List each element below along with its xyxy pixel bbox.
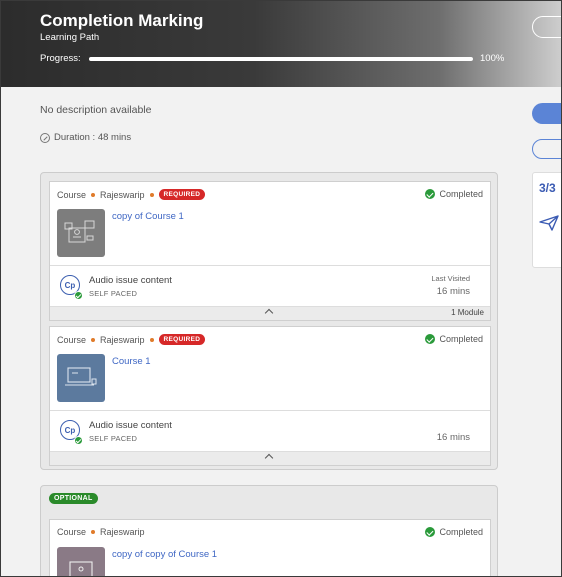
course-meta: Course Rajeswarip — [57, 527, 145, 537]
course-type: Course — [57, 527, 87, 537]
status-indicator: Completed — [425, 189, 483, 199]
check-circle-icon — [74, 291, 83, 300]
status-indicator: Completed — [425, 527, 483, 537]
page-header: Completion Marking Learning Path Progres… — [1, 1, 561, 87]
required-section: Course Rajeswarip REQUIRED Completed cop… — [40, 172, 498, 470]
course-thumbnail[interactable] — [57, 354, 105, 402]
check-circle-icon — [74, 436, 83, 445]
separator-dot — [91, 530, 96, 534]
laptop-icon — [65, 367, 97, 386]
card-footer: 1 Module — [50, 307, 490, 320]
course-title-link[interactable]: copy of copy of Course 1 — [112, 549, 217, 560]
module-subtitle: SELF PACED — [89, 289, 138, 298]
course-author: Rajeswarip — [100, 334, 145, 345]
last-visited-label: Last Visited — [431, 274, 470, 283]
course-card-header: Course Rajeswarip REQUIRED Completed — [50, 182, 490, 266]
optional-badge: OPTIONAL — [49, 493, 98, 504]
course-title-link[interactable]: Course 1 — [112, 356, 151, 367]
duration-text: Duration : 48 mins — [54, 132, 132, 143]
module-row[interactable]: Cp Audio issue content SELF PACED Last V… — [50, 266, 490, 307]
progress-percent: 100% — [480, 53, 505, 64]
module-count: 1 Module — [451, 308, 484, 317]
course-meta: Course Rajeswarip REQUIRED — [57, 334, 206, 345]
header-action-button[interactable] — [532, 16, 561, 38]
chevron-up-icon[interactable] — [264, 453, 274, 463]
card-footer — [50, 452, 490, 465]
course-card-header: Course Rajeswarip Completed copy of copy… — [50, 520, 490, 576]
course-thumbnail[interactable] — [57, 209, 105, 257]
module-row[interactable]: Cp Audio issue content SELF PACED 16 min… — [50, 411, 490, 452]
module-subtitle: SELF PACED — [89, 434, 138, 443]
clock-icon — [40, 132, 50, 143]
course-author: Rajeswarip — [100, 527, 145, 537]
course-meta: Course Rajeswarip REQUIRED — [57, 189, 206, 200]
duration-row: Duration : 48 mins — [40, 132, 131, 143]
chevron-up-icon[interactable] — [264, 308, 274, 318]
course-author: Rajeswarip — [100, 189, 145, 200]
primary-action-button[interactable] — [532, 103, 561, 124]
module-duration: 16 mins — [436, 432, 470, 443]
page-title: Completion Marking — [40, 11, 204, 30]
status-text: Completed — [439, 334, 483, 344]
course-card: Course Rajeswarip REQUIRED Completed — [49, 326, 491, 466]
check-circle-icon — [425, 189, 436, 199]
course-card: Course Rajeswarip Completed copy of copy… — [49, 519, 491, 576]
separator-dot — [149, 337, 154, 342]
progress-bar — [89, 57, 473, 61]
required-badge: REQUIRED — [158, 334, 206, 345]
separator-dot — [91, 192, 96, 197]
module-title: Audio issue content — [89, 420, 172, 431]
check-circle-icon — [425, 527, 436, 537]
app-frame: Completion Marking Learning Path Progres… — [0, 0, 562, 577]
status-text: Completed — [439, 527, 483, 537]
course-thumbnail[interactable] — [57, 547, 105, 576]
check-circle-icon — [425, 334, 436, 344]
course-title-link[interactable]: copy of Course 1 — [112, 211, 184, 222]
status-text: Completed — [439, 189, 483, 199]
classroom-icon — [64, 220, 95, 243]
optional-section: OPTIONAL Course Rajeswarip Completed cop… — [40, 485, 498, 576]
required-badge: REQUIRED — [158, 189, 206, 200]
completion-count: 3/3 — [539, 181, 556, 195]
progress-fill — [89, 57, 473, 61]
status-indicator: Completed — [425, 334, 483, 344]
laptop-icon — [69, 561, 93, 576]
course-type: Course — [57, 189, 87, 200]
module-duration: 16 mins — [436, 286, 470, 297]
page-subtitle: Learning Path — [40, 32, 100, 43]
secondary-action-button[interactable] — [532, 139, 561, 159]
course-card-header: Course Rajeswarip REQUIRED Completed — [50, 327, 490, 411]
separator-dot — [91, 337, 96, 342]
progress-label: Progress: — [40, 53, 81, 64]
module-title: Audio issue content — [89, 275, 172, 286]
course-type: Course — [57, 334, 87, 345]
side-summary-card: 3/3 — [532, 172, 561, 268]
separator-dot — [149, 192, 154, 197]
course-card: Course Rajeswarip REQUIRED Completed — [49, 181, 491, 321]
description-text: No description available — [40, 104, 152, 116]
send-icon[interactable] — [539, 215, 559, 231]
